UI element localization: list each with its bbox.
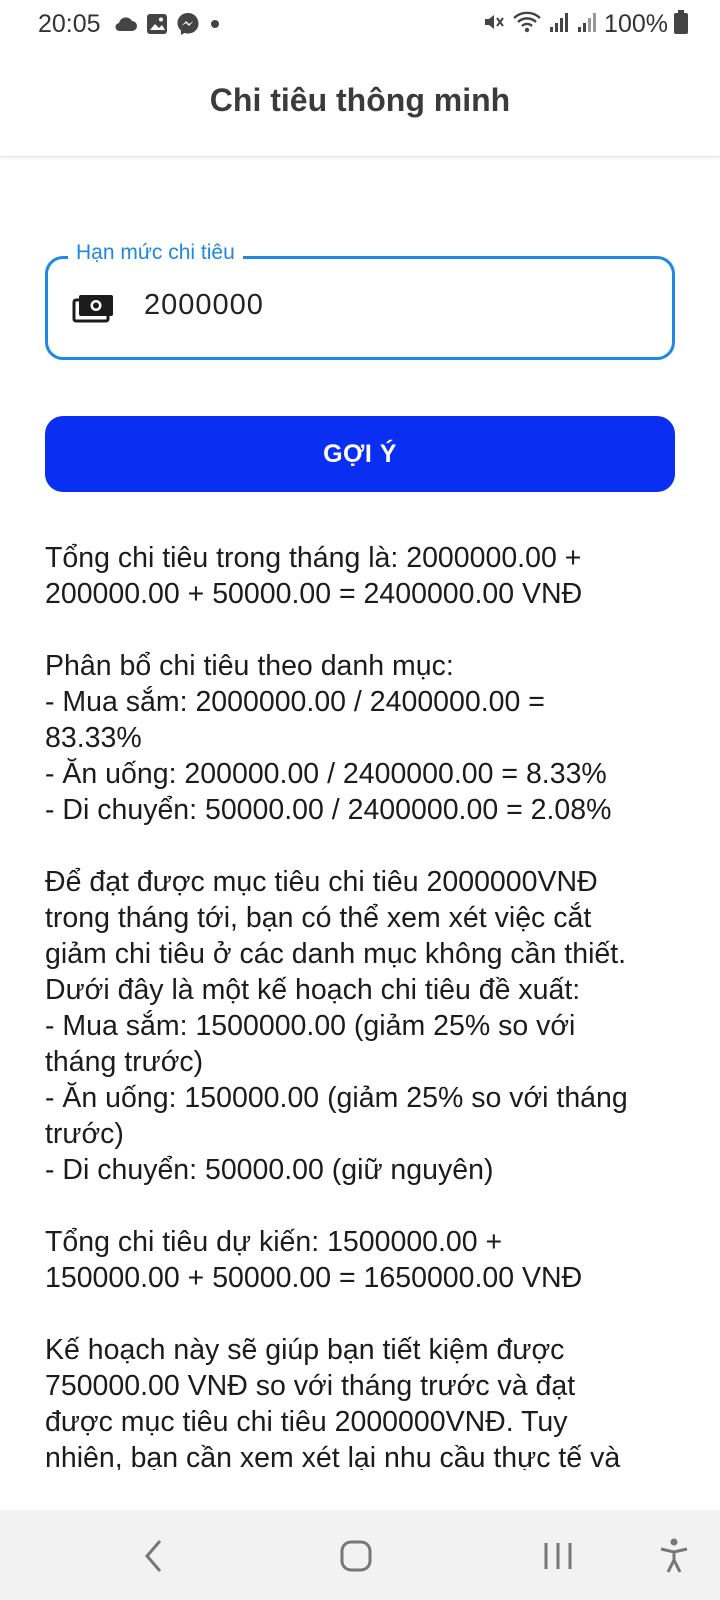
money-icon xyxy=(72,293,114,330)
mute-icon xyxy=(482,10,506,39)
battery-icon xyxy=(674,10,688,39)
dot-icon xyxy=(208,17,222,36)
page-title: Chi tiêu thông minh xyxy=(209,82,511,118)
budget-field-label: Hạn mức chi tiêu xyxy=(68,241,243,265)
image-icon xyxy=(146,13,168,40)
budget-field[interactable]: Hạn mức chi tiêu xyxy=(45,241,675,360)
status-bar: 20:05 100% xyxy=(0,0,720,52)
app-bar: Chi tiêu thông minh xyxy=(0,52,720,157)
cloud-icon xyxy=(114,15,138,38)
wifi-icon xyxy=(512,10,542,39)
signal-icon-2 xyxy=(576,11,598,38)
accessibility-icon[interactable] xyxy=(650,1532,698,1580)
notification-icons xyxy=(114,12,222,41)
back-icon[interactable] xyxy=(130,1532,178,1580)
signal-icon xyxy=(548,11,570,38)
recents-icon[interactable] xyxy=(534,1532,582,1580)
status-indicators: 100% xyxy=(482,10,688,39)
suggestion-result-text: Tổng chi tiêu trong tháng là: 2000000.00… xyxy=(45,542,628,1470)
home-icon[interactable] xyxy=(332,1532,380,1580)
messenger-icon xyxy=(176,12,200,41)
battery-percentage: 100% xyxy=(604,10,668,38)
suggest-button[interactable]: GỢI Ý xyxy=(45,416,675,492)
budget-input[interactable] xyxy=(144,289,624,322)
navigation-bar xyxy=(0,1510,720,1600)
status-time: 20:05 xyxy=(38,10,101,38)
